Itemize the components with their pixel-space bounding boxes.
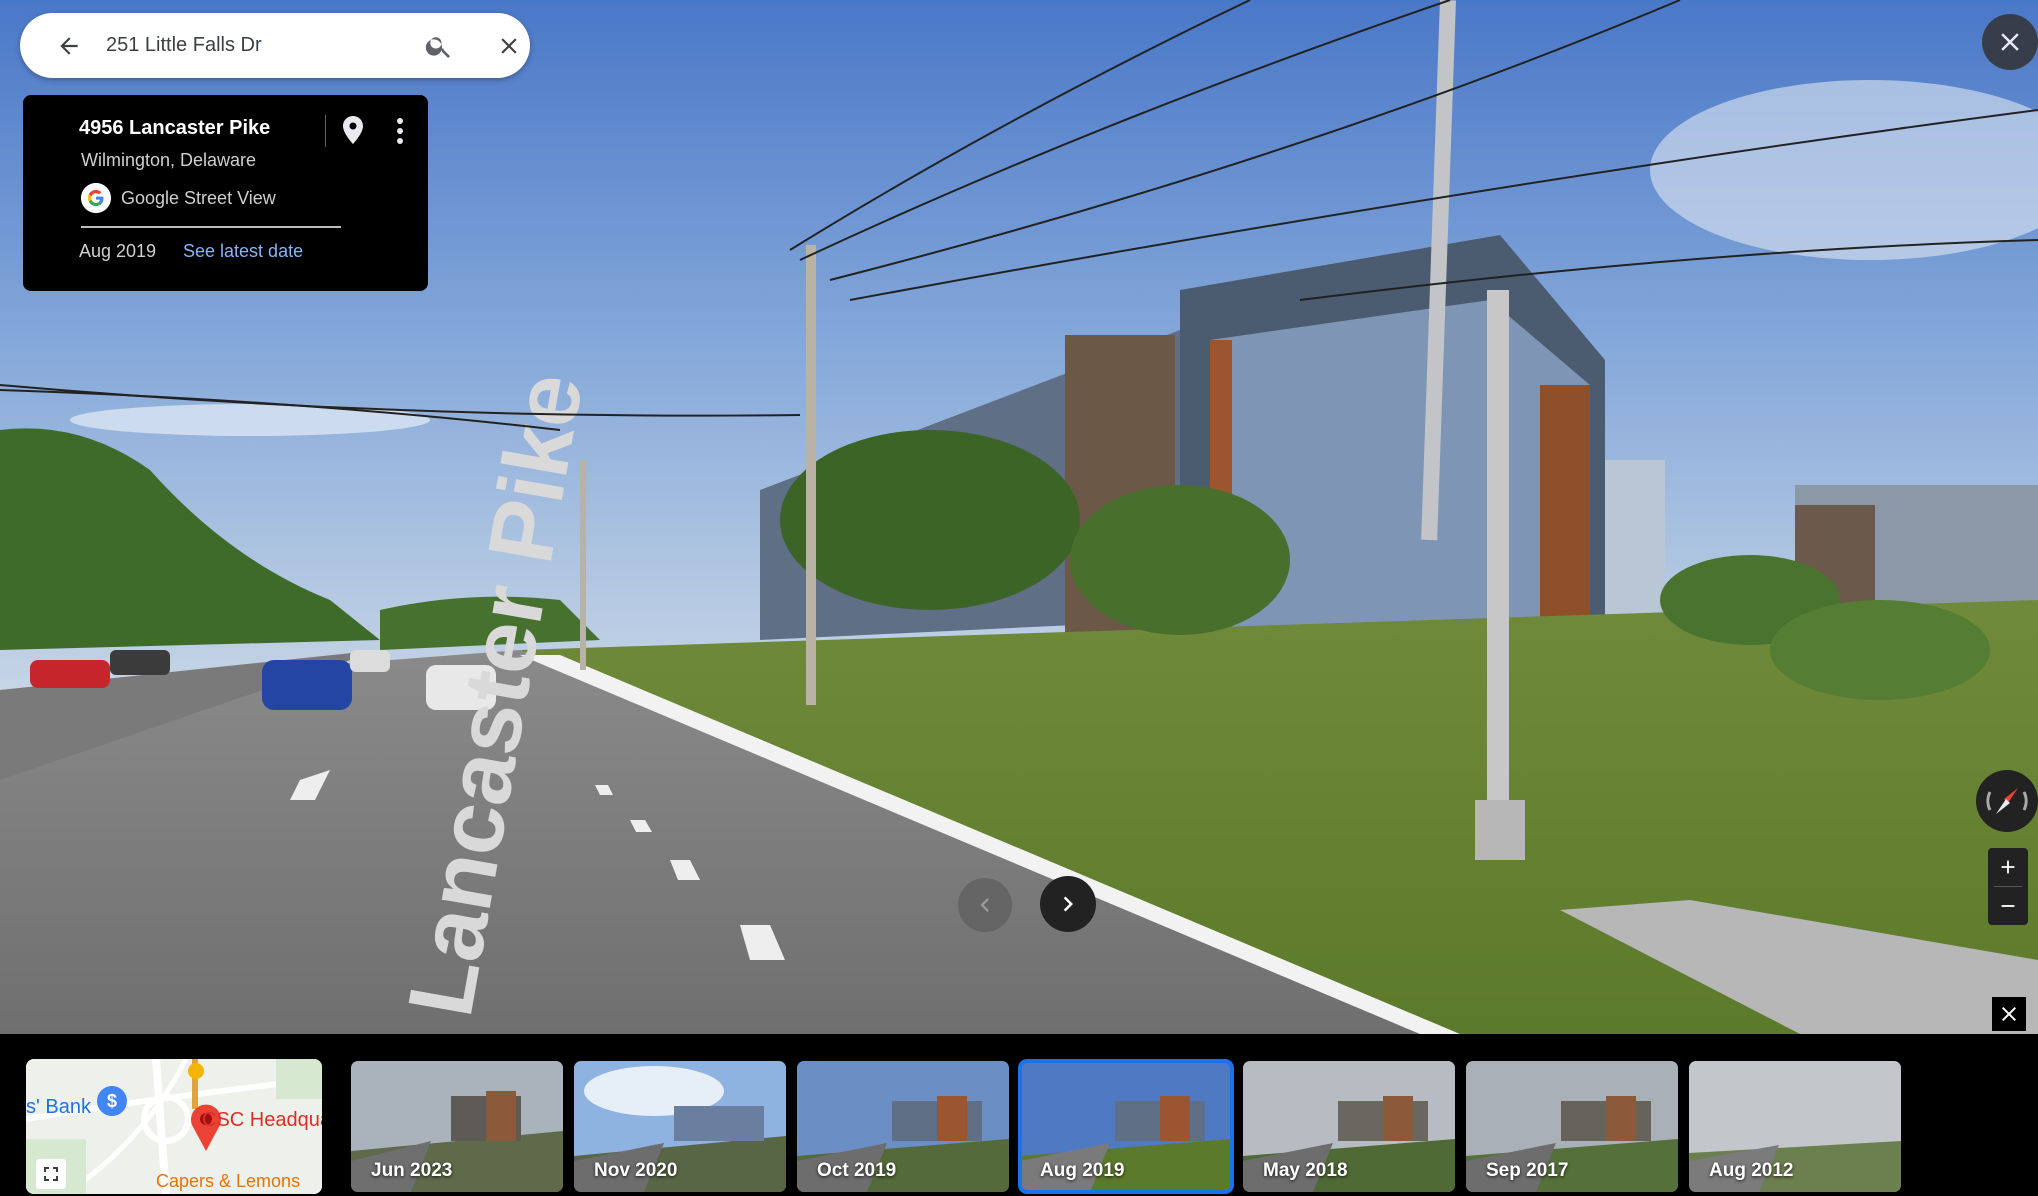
fullscreen-icon <box>44 1167 58 1181</box>
back-arrow-icon[interactable] <box>56 33 82 59</box>
thumb-date-label: Aug 2019 <box>1040 1160 1125 1181</box>
timeline-thumb-aug-2012[interactable]: Aug 2012 <box>1689 1061 1901 1192</box>
thumb-date-label: Sep 2017 <box>1486 1160 1569 1181</box>
zoom-in-button[interactable] <box>1988 848 2028 886</box>
google-logo-icon <box>81 183 111 213</box>
compass-icon <box>1986 788 2028 814</box>
thumb-date-label: Nov 2020 <box>594 1160 678 1181</box>
bank-icon: $ <box>97 1086 127 1116</box>
minus-icon <box>2001 905 2015 907</box>
search-input[interactable]: 251 Little Falls Dr <box>106 34 262 57</box>
search-box[interactable]: 251 Little Falls Dr <box>20 13 530 78</box>
minimap[interactable]: s' Bank $ CSC Headquar Capers & Lemons <box>26 1059 322 1194</box>
more-options-icon[interactable] <box>395 117 405 145</box>
close-street-view-button[interactable] <box>1982 14 2038 70</box>
address-title: 4956 Lancaster Pike <box>79 117 271 139</box>
timeline-thumb-nov-2020[interactable]: Nov 2020 <box>574 1061 786 1192</box>
previous-date-button[interactable] <box>958 878 1012 932</box>
capture-date: Aug 2019 <box>79 241 157 261</box>
minimap-poi-label: CSC Headquar <box>202 1109 322 1131</box>
minimap-bank-label: s' Bank <box>26 1096 91 1118</box>
location-info-card: 4956 Lancaster Pike Wilmington, Delaware… <box>23 95 428 291</box>
clear-search-icon[interactable] <box>496 33 522 59</box>
thumb-date-label: Aug 2012 <box>1709 1160 1794 1181</box>
close-icon <box>2002 1007 2016 1021</box>
timeline-thumb-may-2018[interactable]: May 2018 <box>1243 1061 1455 1192</box>
thumb-date-label: May 2018 <box>1263 1160 1348 1181</box>
see-latest-date-link[interactable]: See latest date <box>183 241 303 262</box>
chevron-right-icon <box>1063 896 1073 912</box>
expand-map-button[interactable] <box>36 1159 66 1189</box>
zoom-out-button[interactable] <box>1988 887 2028 925</box>
next-date-button[interactable] <box>1040 876 1096 932</box>
chevron-left-icon <box>980 898 989 912</box>
timeline-thumb-oct-2019[interactable]: Oct 2019 <box>797 1061 1009 1192</box>
zoom-controls <box>1988 848 2028 925</box>
thumb-date-label: Jun 2023 <box>371 1160 453 1181</box>
minimap-restaurant-label: Capers & Lemons <box>156 1171 301 1191</box>
source-underline <box>81 226 341 228</box>
close-icon <box>2001 33 2019 51</box>
imagery-source: Google Street View <box>121 188 276 208</box>
timeline-thumb-jun-2023[interactable]: Jun 2023 <box>351 1061 563 1192</box>
card-divider <box>325 115 326 147</box>
close-timeline-button[interactable] <box>1992 997 2026 1031</box>
search-icon[interactable] <box>424 31 454 61</box>
thumb-date-label: Oct 2019 <box>817 1160 897 1181</box>
plus-icon <box>2001 860 2015 874</box>
compass-control[interactable] <box>1976 770 2038 832</box>
location-pin-icon[interactable] <box>341 115 365 145</box>
timeline-thumb-sep-2017[interactable]: Sep 2017 <box>1466 1061 1678 1192</box>
address-city: Wilmington, Delaware <box>81 150 257 170</box>
timeline-thumb-aug-2019[interactable]: Aug 2019 <box>1018 1059 1234 1194</box>
